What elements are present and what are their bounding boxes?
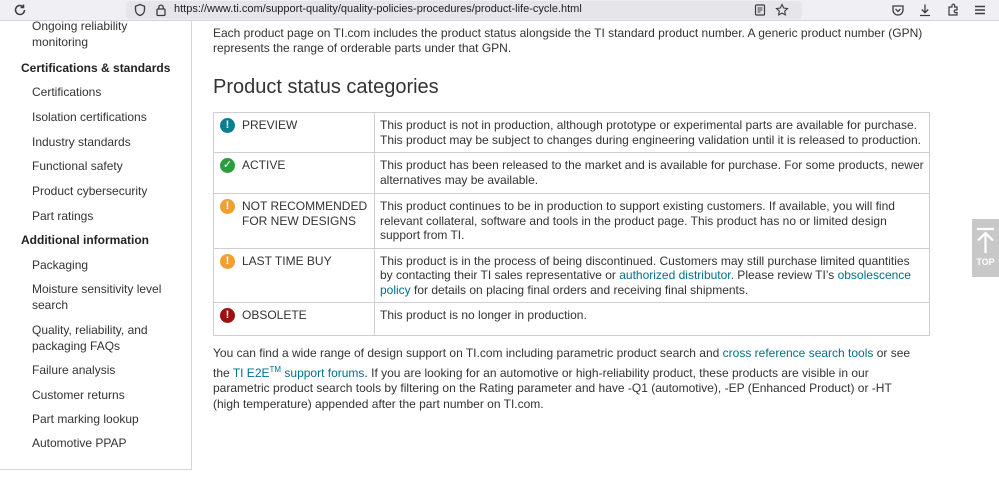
status-cell: ! PREVIEW — [213, 112, 375, 153]
page-heading: Product status categories — [213, 76, 439, 98]
back-to-top-label: TOP — [976, 257, 995, 267]
sidebar-item-isolation-certifications[interactable]: Isolation certifications — [32, 110, 182, 126]
table-row: ! LAST TIME BUY This product is in the pr… — [213, 247, 930, 303]
trademark-sup: TM — [269, 364, 282, 374]
browser-toolbar: https://www.ti.com/support-quality/quali… — [0, 0, 999, 21]
status-description: This product has been released to the ma… — [374, 152, 930, 194]
menu-icon[interactable] — [972, 2, 988, 18]
e2e-link-text: support forums — [281, 365, 365, 380]
lock-icon[interactable] — [153, 2, 169, 18]
status-description: This product is not in production, altho… — [374, 112, 930, 153]
status-cell: ! OBSOLETE — [213, 302, 375, 336]
arrow-up-icon — [977, 227, 994, 253]
address-bar[interactable]: https://www.ti.com/support-quality/quali… — [126, 1, 802, 19]
status-description: This product is in the process of being … — [374, 247, 930, 303]
warning-icon: ! — [220, 199, 235, 214]
outro-paragraph: You can find a wide range of design supp… — [213, 346, 913, 412]
tracking-protection-icon[interactable] — [132, 2, 148, 18]
status-table: ! PREVIEW This product is not in producti… — [213, 112, 930, 336]
description-text: . Please review TI’s — [730, 268, 838, 282]
sidebar-item-quality-faqs[interactable]: Quality, reliability, and packaging FAQs — [32, 323, 157, 354]
status-cell: ! LAST TIME BUY — [213, 247, 375, 303]
e2e-link-text: TI E2E — [232, 365, 270, 380]
sidebar-nav: Ongoing reliability monitoring Certifica… — [0, 20, 192, 470]
sidebar-item-part-ratings[interactable]: Part ratings — [32, 209, 182, 225]
sidebar-item-customer-returns[interactable]: Customer returns — [32, 388, 182, 404]
status-label-obsolete: OBSOLETE — [242, 308, 307, 322]
sidebar-item-certifications[interactable]: Certifications — [32, 85, 182, 101]
sidebar-item-failure-analysis[interactable]: Failure analysis — [32, 363, 182, 379]
status-label-active: ACTIVE — [242, 158, 286, 172]
table-row: ! PREVIEW This product is not in producti… — [213, 112, 930, 153]
e2e-forums-link[interactable]: TI E2ETM support forums — [232, 364, 365, 380]
info-icon: ! — [220, 118, 235, 133]
status-label-nrnd: NOT RECOMMENDED FOR NEW DESIGNS — [242, 199, 368, 228]
sidebar-item-moisture-sensitivity[interactable]: Moisture sensitivity level search — [32, 282, 167, 313]
description-text: for details on placing final orders and … — [410, 282, 749, 297]
check-icon: ✓ — [220, 158, 235, 173]
status-description: This product is no longer in production. — [374, 302, 930, 336]
pocket-icon[interactable] — [890, 2, 906, 18]
outro-text: You can find a wide range of design supp… — [213, 346, 723, 360]
authorized-distributor-link[interactable]: authorized distributor — [619, 268, 730, 282]
downloads-icon[interactable] — [917, 2, 933, 18]
status-label-preview: PREVIEW — [242, 118, 298, 132]
back-to-top-button[interactable]: TOP — [972, 219, 999, 277]
sidebar-item-part-marking-lookup[interactable]: Part marking lookup — [32, 412, 182, 428]
sidebar-heading-certifications-standards[interactable]: Certifications & standards — [21, 61, 171, 77]
cross-reference-link[interactable]: cross reference search tools — [723, 346, 874, 360]
status-description: This product continues to be in producti… — [374, 193, 930, 249]
extensions-icon[interactable] — [945, 2, 961, 18]
reader-view-icon[interactable] — [752, 2, 768, 18]
reload-icon[interactable] — [12, 2, 28, 18]
status-cell: ✓ ACTIVE — [213, 152, 375, 194]
url-text: https://www.ti.com/support-quality/quali… — [174, 3, 582, 15]
sidebar-item-ongoing-reliability-monitoring[interactable]: Ongoing reliability monitoring — [32, 20, 182, 50]
error-icon: ! — [220, 308, 235, 323]
sidebar-item-packaging[interactable]: Packaging — [32, 258, 182, 274]
status-label-last-time-buy: LAST TIME BUY — [242, 253, 332, 268]
table-row: ! NOT RECOMMENDED FOR NEW DESIGNS This pr… — [213, 193, 930, 249]
sidebar-item-automotive-ppap[interactable]: Automotive PPAP — [32, 436, 182, 452]
sidebar-item-functional-safety[interactable]: Functional safety — [32, 159, 182, 175]
sidebar-item-product-cybersecurity[interactable]: Product cybersecurity — [32, 184, 182, 200]
warning-icon: ! — [220, 253, 235, 269]
bookmark-star-icon[interactable] — [774, 2, 790, 18]
sidebar-item-industry-standards[interactable]: Industry standards — [32, 135, 182, 151]
intro-paragraph: Each product page on TI.com includes the… — [213, 26, 923, 55]
status-cell: ! NOT RECOMMENDED FOR NEW DESIGNS — [213, 193, 375, 249]
table-row: ✓ ACTIVE This product has been released t… — [213, 152, 930, 194]
sidebar-heading-additional-information[interactable]: Additional information — [21, 233, 171, 249]
table-row: ! OBSOLETE This product is no longer in p… — [213, 302, 930, 336]
